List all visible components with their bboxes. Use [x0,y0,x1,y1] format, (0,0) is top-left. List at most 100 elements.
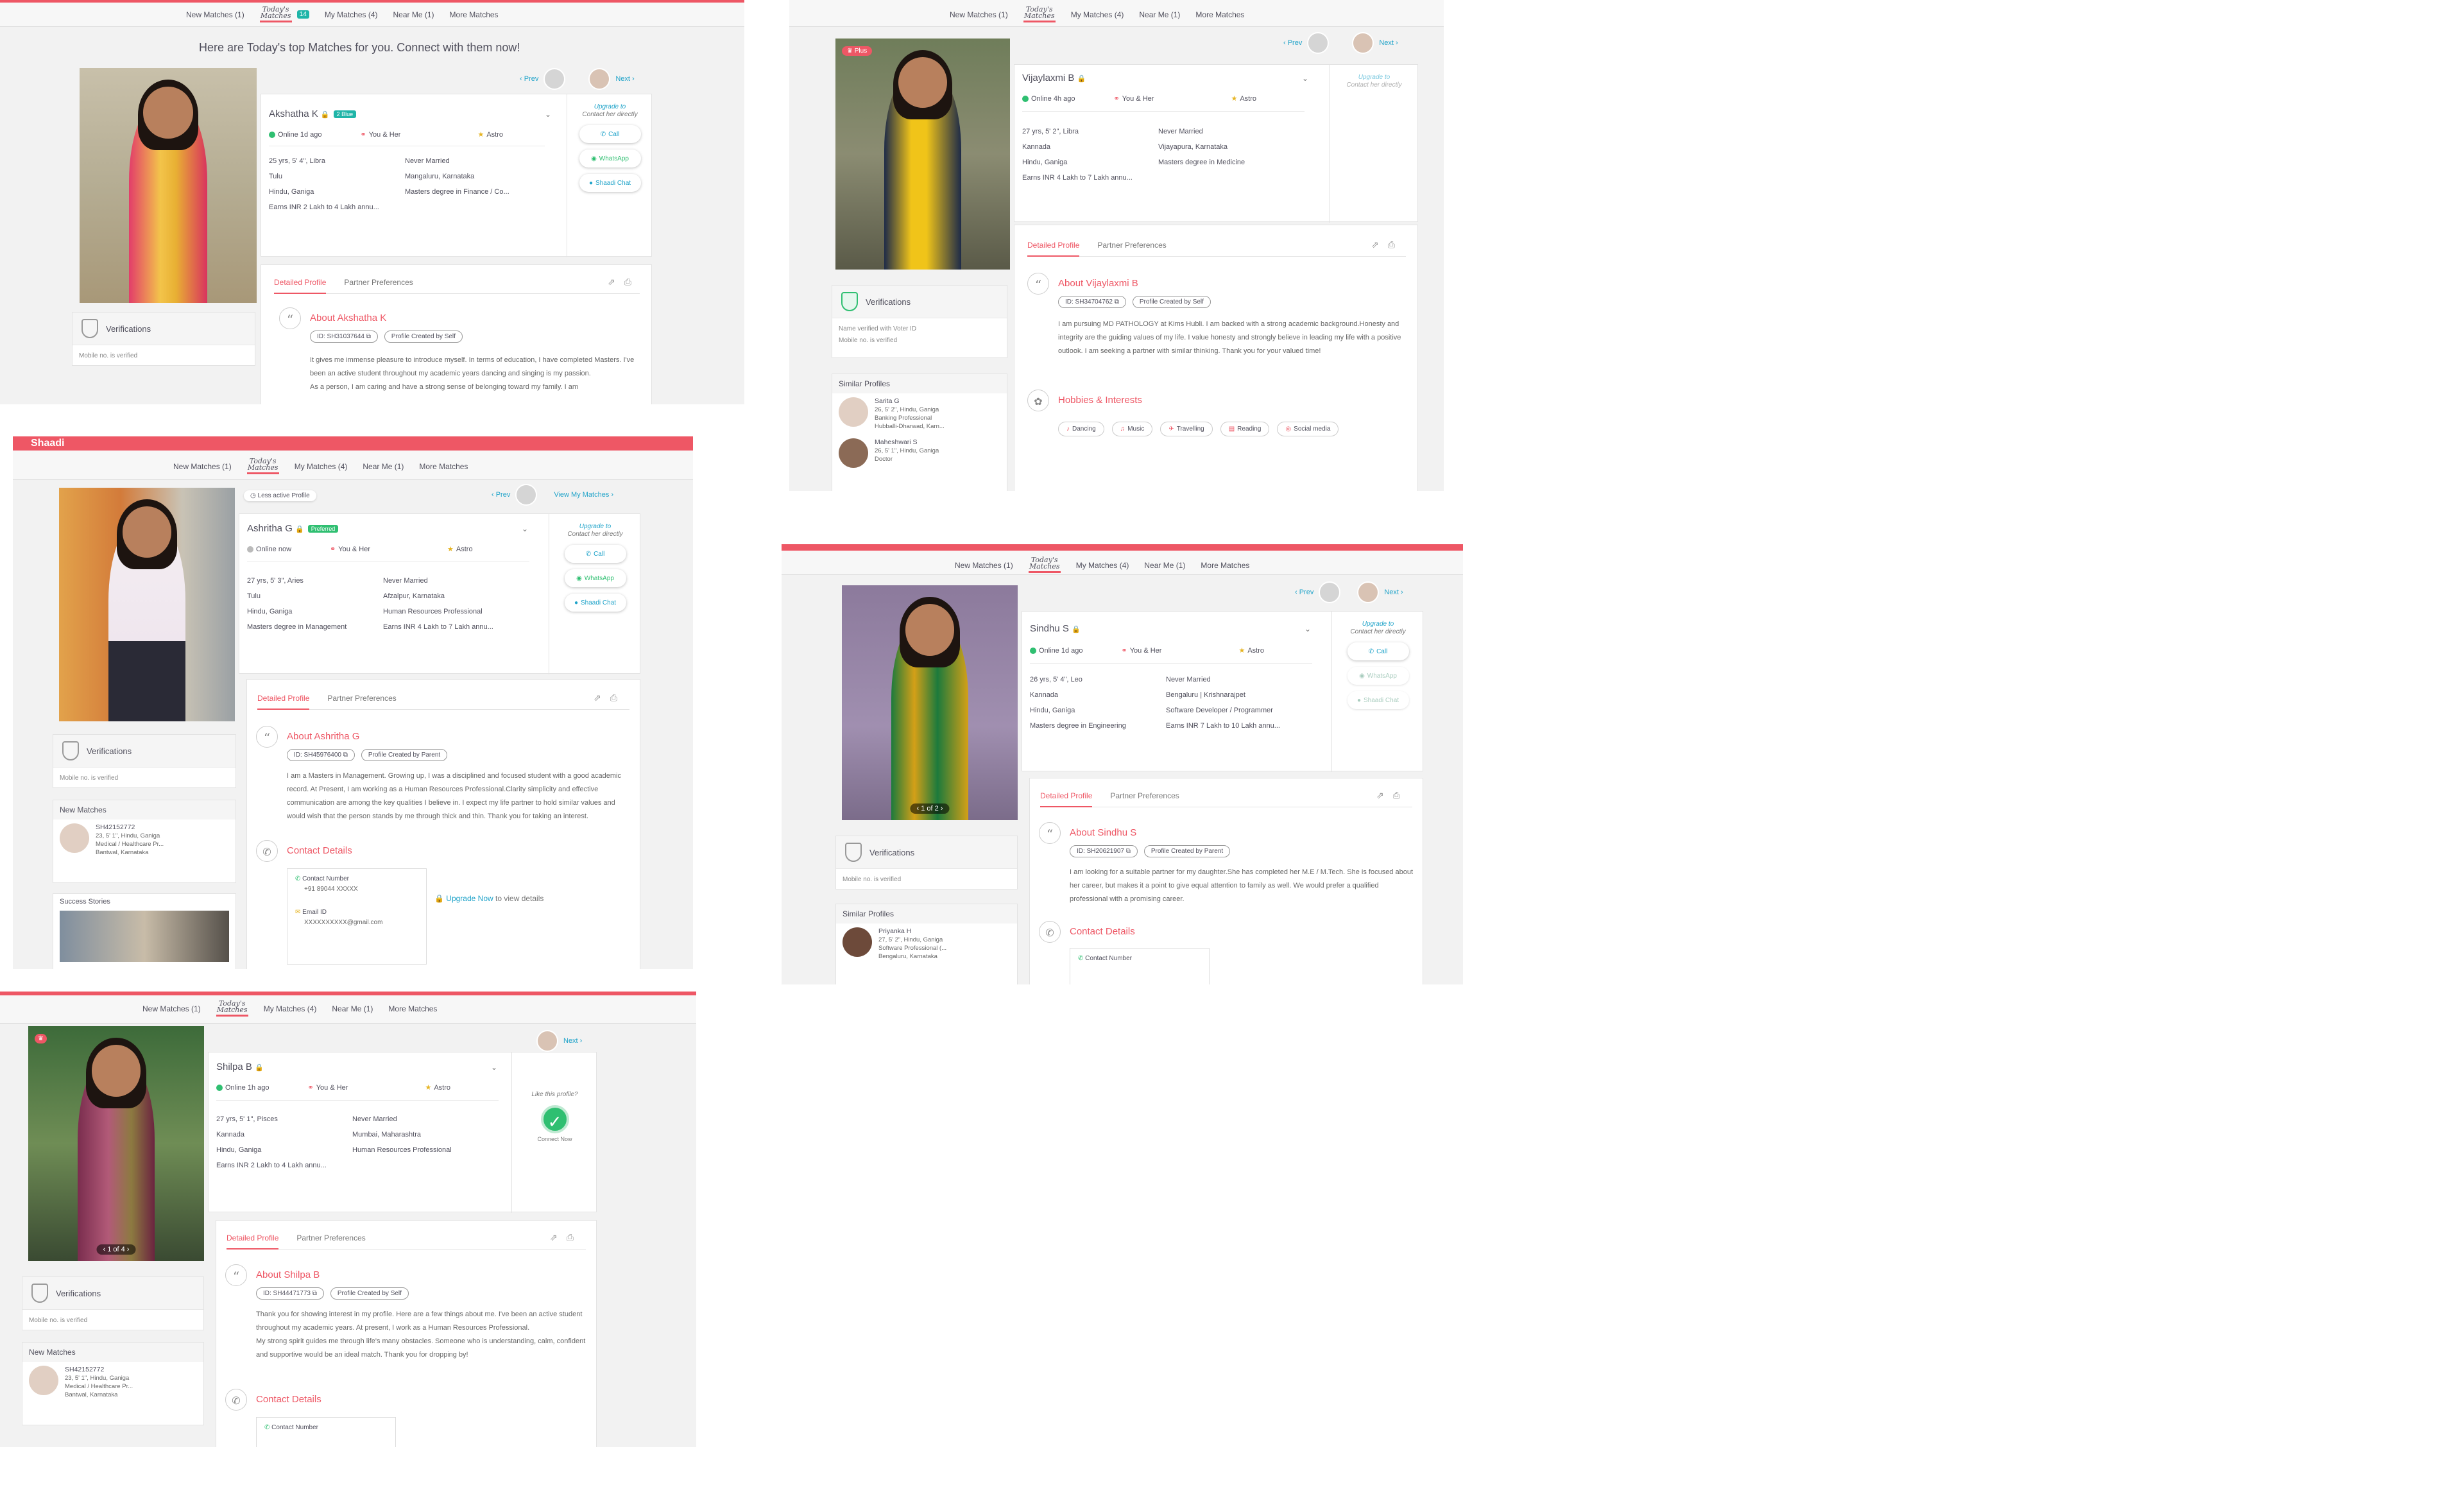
similar-profile-item[interactable]: Maheshwari S 26, 5' 1", Hindu, Ganiga Doct… [832,434,1007,472]
new-match-item[interactable]: SH42152772 23, 5' 1", Hindu, Ganiga Medica… [22,1362,203,1403]
connect-tick-button[interactable]: ✓ [540,1105,569,1133]
nav-my-matches[interactable]: My Matches (4) [264,1004,317,1013]
you-her[interactable]: ⚭ You & Her [361,130,401,139]
profile-id-chip[interactable]: ID: SH31037644 ⧉ [310,331,378,343]
prev-avatar[interactable] [515,484,538,506]
next-avatar[interactable] [1352,32,1374,54]
you-her[interactable]: ⚭ You & Her [1122,646,1162,655]
nav-todays-matches[interactable]: Today's Matches [259,6,292,22]
chevron-right-icon[interactable]: › [127,1246,130,1253]
call-button[interactable]: ✆ Call [579,125,641,143]
tab-partner-preferences[interactable]: Partner Preferences [344,278,413,287]
nav-near-me[interactable]: Near Me (1) [1139,10,1180,19]
nav-more-matches[interactable]: More Matches [1201,561,1249,570]
next-avatar[interactable] [536,1030,558,1052]
chevron-down-icon[interactable]: ⌄ [1305,624,1311,633]
nav-new-matches[interactable]: New Matches (1) [142,1004,201,1013]
nav-todays-matches[interactable]: Today's Matches [1028,556,1061,573]
next-link[interactable]: Next › [1384,588,1403,596]
whatsapp-button[interactable]: ◉ WhatsApp [1347,667,1409,685]
share-icon[interactable]: ⇗ [1371,239,1379,250]
nav-todays-matches[interactable]: Today's Matches [216,1000,248,1017]
call-button[interactable]: ✆ Call [564,545,626,563]
call-button[interactable]: ✆ Call [1347,642,1409,660]
prev-link[interactable]: ‹ Prev [1283,39,1302,47]
profile-photo[interactable]: ♛ Plus [835,39,1010,270]
you-her[interactable]: ⚭ You & Her [330,545,370,554]
profile-photo[interactable] [80,68,257,303]
nav-near-me[interactable]: Near Me (1) [363,462,404,471]
share-icon[interactable]: ⇗ [1376,790,1384,801]
chevron-down-icon[interactable]: ⌄ [1302,74,1308,83]
whatsapp-button[interactable]: ◉ WhatsApp [579,150,641,167]
new-match-item[interactable]: SH42152772 23, 5' 1", Hindu, Ganiga Medica… [53,820,235,861]
nav-my-matches[interactable]: My Matches (4) [325,10,378,19]
nav-new-matches[interactable]: New Matches (1) [173,462,232,471]
upgrade-link[interactable]: Upgrade to Contact her directly [582,103,637,119]
tab-partner-preferences[interactable]: Partner Preferences [1097,241,1166,250]
tab-detailed-profile[interactable]: Detailed Profile [257,694,310,710]
nav-new-matches[interactable]: New Matches (1) [955,561,1013,570]
tab-partner-preferences[interactable]: Partner Preferences [296,1233,365,1242]
similar-profile-item[interactable]: Priyanka H 27, 5' 2", Hindu, Ganiga Softwa… [836,923,1017,965]
nav-todays-matches[interactable]: Today's Matches [1023,6,1056,22]
tab-detailed-profile[interactable]: Detailed Profile [274,278,327,294]
nav-more-matches[interactable]: More Matches [388,1004,437,1013]
shaadi-chat-button[interactable]: ● Shaadi Chat [579,174,641,192]
share-icon[interactable]: ⇗ [550,1232,558,1243]
astro[interactable]: ★ Astro [447,545,473,554]
shaadi-chat-button[interactable]: ● Shaadi Chat [564,594,626,612]
chevron-left-icon[interactable]: ‹ [917,805,920,812]
success-stories-card[interactable]: Success Stories [53,893,236,969]
profile-photo[interactable]: ‹ 1 of 2 › [842,585,1018,820]
next-link[interactable]: Next › [563,1037,582,1045]
profile-photo[interactable]: ♛ ‹ 1 of 4 › [28,1026,204,1261]
chevron-down-icon[interactable]: ⌄ [491,1063,497,1072]
nav-more-matches[interactable]: More Matches [1195,10,1244,19]
prev-link[interactable]: ‹ Prev [520,75,538,83]
astro[interactable]: ★ Astro [1238,646,1264,655]
astro[interactable]: ★ Astro [425,1083,450,1092]
prev-avatar[interactable] [543,68,566,90]
upgrade-now-link[interactable]: 🔒 Upgrade Now to view details [434,894,543,903]
nav-todays-matches[interactable]: Today's Matches [246,458,279,474]
astro[interactable]: ★ Astro [1231,94,1256,103]
nav-my-matches[interactable]: My Matches (4) [1076,561,1129,570]
nav-near-me[interactable]: Near Me (1) [1144,561,1185,570]
upgrade-link[interactable]: Upgrade to Contact her directly [1350,621,1405,636]
profile-photo[interactable] [59,488,235,721]
chevron-right-icon[interactable]: › [941,805,943,812]
astro[interactable]: ★ Astro [477,130,503,139]
profile-id-chip[interactable]: ID: SH20621907 ⧉ [1070,845,1138,857]
nav-my-matches[interactable]: My Matches (4) [1071,10,1124,19]
next-avatar[interactable] [1357,581,1380,603]
prev-avatar[interactable] [1319,581,1341,603]
profile-id-chip[interactable]: ID: SH45976400 ⧉ [287,749,355,761]
share-icon[interactable]: ⇗ [608,277,615,288]
print-icon[interactable]: ⎙ [624,277,631,288]
prev-link[interactable]: ‹ Prev [492,491,510,499]
print-icon[interactable]: ⎙ [1393,790,1400,801]
chevron-down-icon[interactable]: ⌄ [545,110,551,119]
chevron-left-icon[interactable]: ‹ [103,1246,106,1253]
next-link[interactable]: Next › [1379,39,1398,47]
print-icon[interactable]: ⎙ [610,692,617,703]
you-her[interactable]: ⚭ You & Her [308,1083,348,1092]
next-avatar[interactable] [588,68,611,90]
nav-near-me[interactable]: Near Me (1) [332,1004,373,1013]
nav-more-matches[interactable]: More Matches [450,10,499,19]
view-my-matches-link[interactable]: View My Matches › [554,491,613,499]
chevron-down-icon[interactable]: ⌄ [522,524,528,533]
next-link[interactable]: Next › [615,75,634,83]
nav-new-matches[interactable]: New Matches (1) [950,10,1008,19]
shaadi-chat-button[interactable]: ● Shaadi Chat [1347,691,1409,709]
tab-detailed-profile[interactable]: Detailed Profile [1040,791,1093,807]
prev-link[interactable]: ‹ Prev [1295,588,1313,596]
nav-more-matches[interactable]: More Matches [419,462,468,471]
nav-my-matches[interactable]: My Matches (4) [295,462,348,471]
profile-id-chip[interactable]: ID: SH34704762 ⧉ [1058,296,1126,308]
photo-carousel[interactable]: ‹ 1 of 2 › [910,803,950,814]
nav-near-me[interactable]: Near Me (1) [393,10,434,19]
prev-avatar[interactable] [1307,32,1330,54]
photo-carousel[interactable]: ‹ 1 of 4 › [96,1244,136,1255]
